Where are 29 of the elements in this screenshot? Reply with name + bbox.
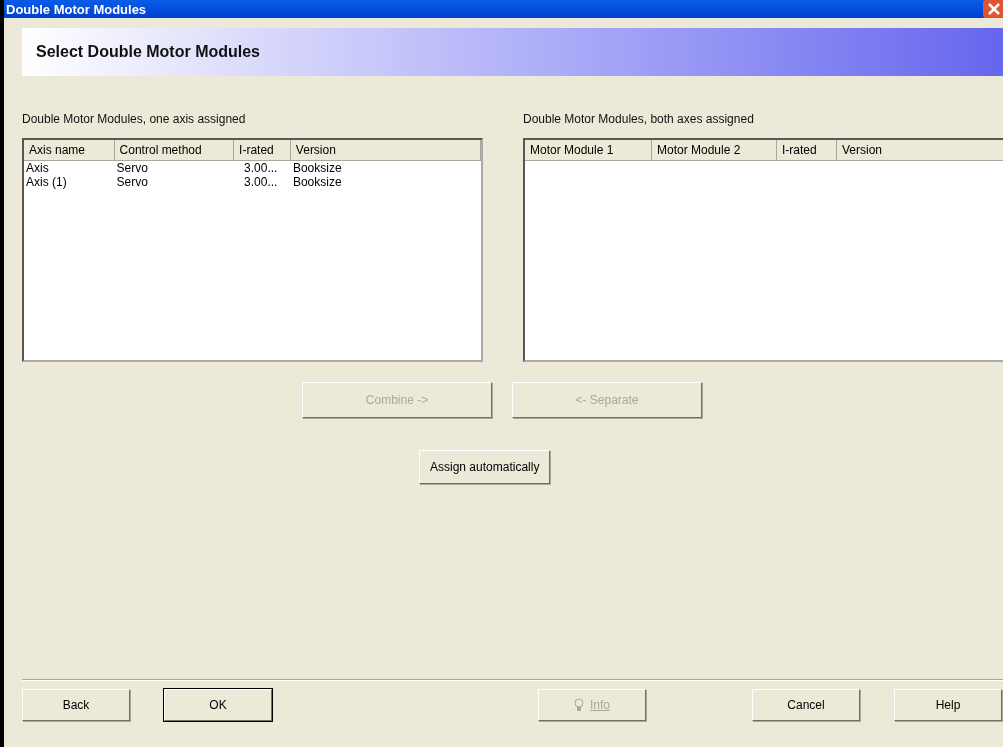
footer-button[interactable]: Cancel: [752, 689, 860, 721]
table-cell-text: Axis (1): [25, 175, 68, 189]
assign-automatically-button[interactable]: Assign automatically: [419, 450, 551, 484]
footer-button[interactable]: OK: [164, 689, 272, 721]
table-cell-text: Servo: [115, 161, 149, 175]
table-cell-text: Axis: [25, 161, 50, 175]
window-title: Double Motor Modules: [5, 1, 147, 17]
footer-button[interactable]: Back: [22, 689, 130, 721]
list-label: Double Motor Modules, both axes assigned: [523, 112, 755, 126]
column-header[interactable]: Motor Module 2: [652, 140, 777, 160]
column-header[interactable]: Version: [837, 140, 1003, 160]
table-cell-text: Servo: [115, 175, 149, 189]
list-view[interactable]: Axis name Control method I-rated Version Axis Servo 3.00... Booksize Axis (1) Servo 3.00... Booksize: [22, 138, 483, 362]
footer-button[interactable]: Help: [894, 689, 1002, 721]
table-cell-text: Booksize: [291, 175, 343, 189]
table-cell-text: Booksize: [291, 161, 343, 175]
column-header[interactable]: Motor Module 1: [525, 140, 652, 160]
column-header[interactable]: Control method: [114, 140, 235, 160]
close-icon[interactable]: [983, 0, 1003, 18]
table-cell-text: 3.00...: [243, 161, 279, 175]
list-view[interactable]: Motor Module 1 Motor Module 2 I-rated Version: [523, 138, 1003, 362]
list-label: Double Motor Modules, one axis assigned: [22, 112, 247, 126]
header-title: Select Double Motor Modules: [35, 43, 260, 61]
column-header[interactable]: I-rated: [777, 140, 837, 160]
column-header[interactable]: I-rated: [234, 140, 291, 160]
lightbulb-icon: [574, 698, 584, 712]
column-header[interactable]: Axis name: [24, 140, 115, 160]
column-header[interactable]: Version: [290, 140, 481, 160]
table-cell-text: 3.00...: [243, 175, 279, 189]
